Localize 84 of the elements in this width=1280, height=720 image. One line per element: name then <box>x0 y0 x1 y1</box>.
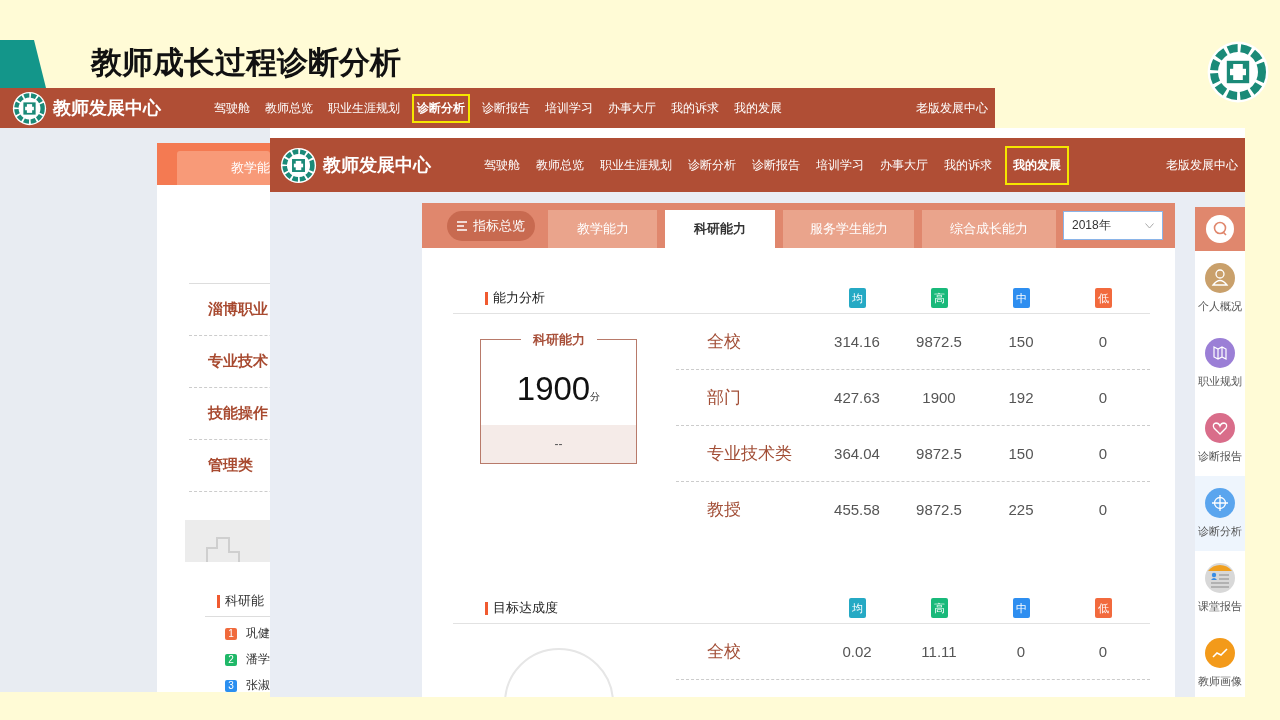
table-cell: 9872.5 <box>916 501 962 518</box>
nav-link[interactable]: 我的诉求 <box>668 93 722 123</box>
card-note: -- <box>554 437 563 452</box>
nav-link[interactable]: 诊断报告 <box>479 93 533 123</box>
card-title: 科研能力 <box>531 330 586 349</box>
nav-link[interactable]: 办事大厅 <box>605 93 659 123</box>
category-label: 专业技术 <box>207 352 268 371</box>
brand-name: 教师发展中心 <box>53 97 161 120</box>
side-menu-item[interactable]: 诊断分析 <box>1195 476 1245 551</box>
table-cell: 9872.5 <box>916 445 962 462</box>
section-title: 目标达成度 <box>493 599 558 617</box>
category-label: 管理类 <box>207 456 253 475</box>
category-label: 淄博职业 <box>207 300 268 319</box>
legend-badge: 中 <box>1012 288 1030 308</box>
table-cell: 0 <box>1098 501 1108 518</box>
table-cell: 0 <box>1098 445 1108 462</box>
table-cell: 150 <box>1008 333 1034 350</box>
teacher-name: 张淑 <box>246 677 270 692</box>
table-cell: 455.58 <box>834 501 880 518</box>
table-cell: 11.11 <box>921 643 957 660</box>
table-cell: 0 <box>1098 643 1108 660</box>
nav-link[interactable]: 诊断报告 <box>749 149 803 181</box>
brand-name: 教师发展中心 <box>323 154 431 177</box>
emblem-icon <box>12 90 47 126</box>
table-cell: 1900 <box>922 389 956 406</box>
legend-badge: 低 <box>1094 288 1112 308</box>
table-cell: 192 <box>1008 389 1034 406</box>
teacher-name: 潘学 <box>246 651 270 668</box>
nav-link[interactable]: 教师总览 <box>533 149 587 181</box>
score-value: 1900 <box>516 370 591 408</box>
list-icon <box>457 220 467 231</box>
category-label: 技能操作 <box>206 404 268 423</box>
table-cell: 150 <box>1008 445 1034 462</box>
nav-link[interactable]: 我的发展 <box>1005 145 1069 185</box>
table-cell: 364.04 <box>834 445 880 462</box>
tab[interactable]: 科研能力 <box>665 210 775 248</box>
legend-badge: 低 <box>1094 598 1112 618</box>
emblem-icon <box>280 146 317 184</box>
table-cell: 9872.5 <box>916 333 962 350</box>
row-label: 全校 <box>706 641 742 663</box>
nav-link[interactable]: 办事大厅 <box>877 149 931 181</box>
legend-badge: 均 <box>848 288 866 308</box>
section-title: 科研能 <box>225 592 264 610</box>
legend-badge: 中 <box>1012 598 1030 618</box>
nav-link[interactable]: 教师总览 <box>262 93 316 123</box>
nav-link[interactable]: 驾驶舱 <box>481 149 523 181</box>
table-cell: 0 <box>1098 389 1108 406</box>
old-version-link[interactable]: 老版发展中心 <box>1166 157 1238 173</box>
corner-shape <box>0 40 46 88</box>
side-menu-item[interactable] <box>1195 207 1245 251</box>
legend-badge: 高 <box>930 598 948 618</box>
nav-link[interactable]: 职业生涯规划 <box>597 149 675 181</box>
row-label: 教授 <box>706 499 742 521</box>
nav-link[interactable]: 诊断分析 <box>685 149 739 181</box>
legend-badge: 高 <box>930 288 948 308</box>
nav-link[interactable]: 诊断分析 <box>412 93 470 123</box>
year-select[interactable]: 2018年 <box>1063 211 1163 240</box>
row-label: 专业技术类 <box>706 443 793 465</box>
legend-badge: 均 <box>848 598 866 618</box>
old-version-link[interactable]: 老版发展中心 <box>916 100 988 116</box>
table-cell: 0.02 <box>842 643 872 660</box>
table-cell: 0 <box>1098 333 1108 350</box>
table-cell: 225 <box>1008 501 1034 518</box>
overview-button[interactable]: 指标总览 <box>447 210 535 241</box>
score-unit: 分 <box>590 391 601 404</box>
table-cell: 0 <box>1016 643 1026 660</box>
section-title: 能力分析 <box>493 289 545 307</box>
nav-link[interactable]: 职业生涯规划 <box>325 93 403 123</box>
emblem-icon <box>1206 40 1270 104</box>
nav-link[interactable]: 我的发展 <box>731 93 785 123</box>
table-cell: 314.16 <box>834 333 880 350</box>
rank-badge: 1 <box>225 627 237 640</box>
rank-badge: 2 <box>225 653 237 666</box>
nav-link[interactable]: 驾驶舱 <box>211 93 253 123</box>
table-cell: 427.63 <box>834 389 880 406</box>
nav-link[interactable]: 培训学习 <box>542 93 596 123</box>
nav-link[interactable]: 培训学习 <box>813 149 867 181</box>
row-label: 部门 <box>706 387 742 409</box>
teacher-name: 巩健 <box>246 625 270 642</box>
chevron-down-icon <box>1145 222 1154 229</box>
slide-title: 教师成长过程诊断分析 <box>91 44 401 82</box>
nav-link[interactable]: 我的诉求 <box>941 149 995 181</box>
rank-badge: 3 <box>225 679 237 692</box>
row-label: 全校 <box>706 331 742 353</box>
